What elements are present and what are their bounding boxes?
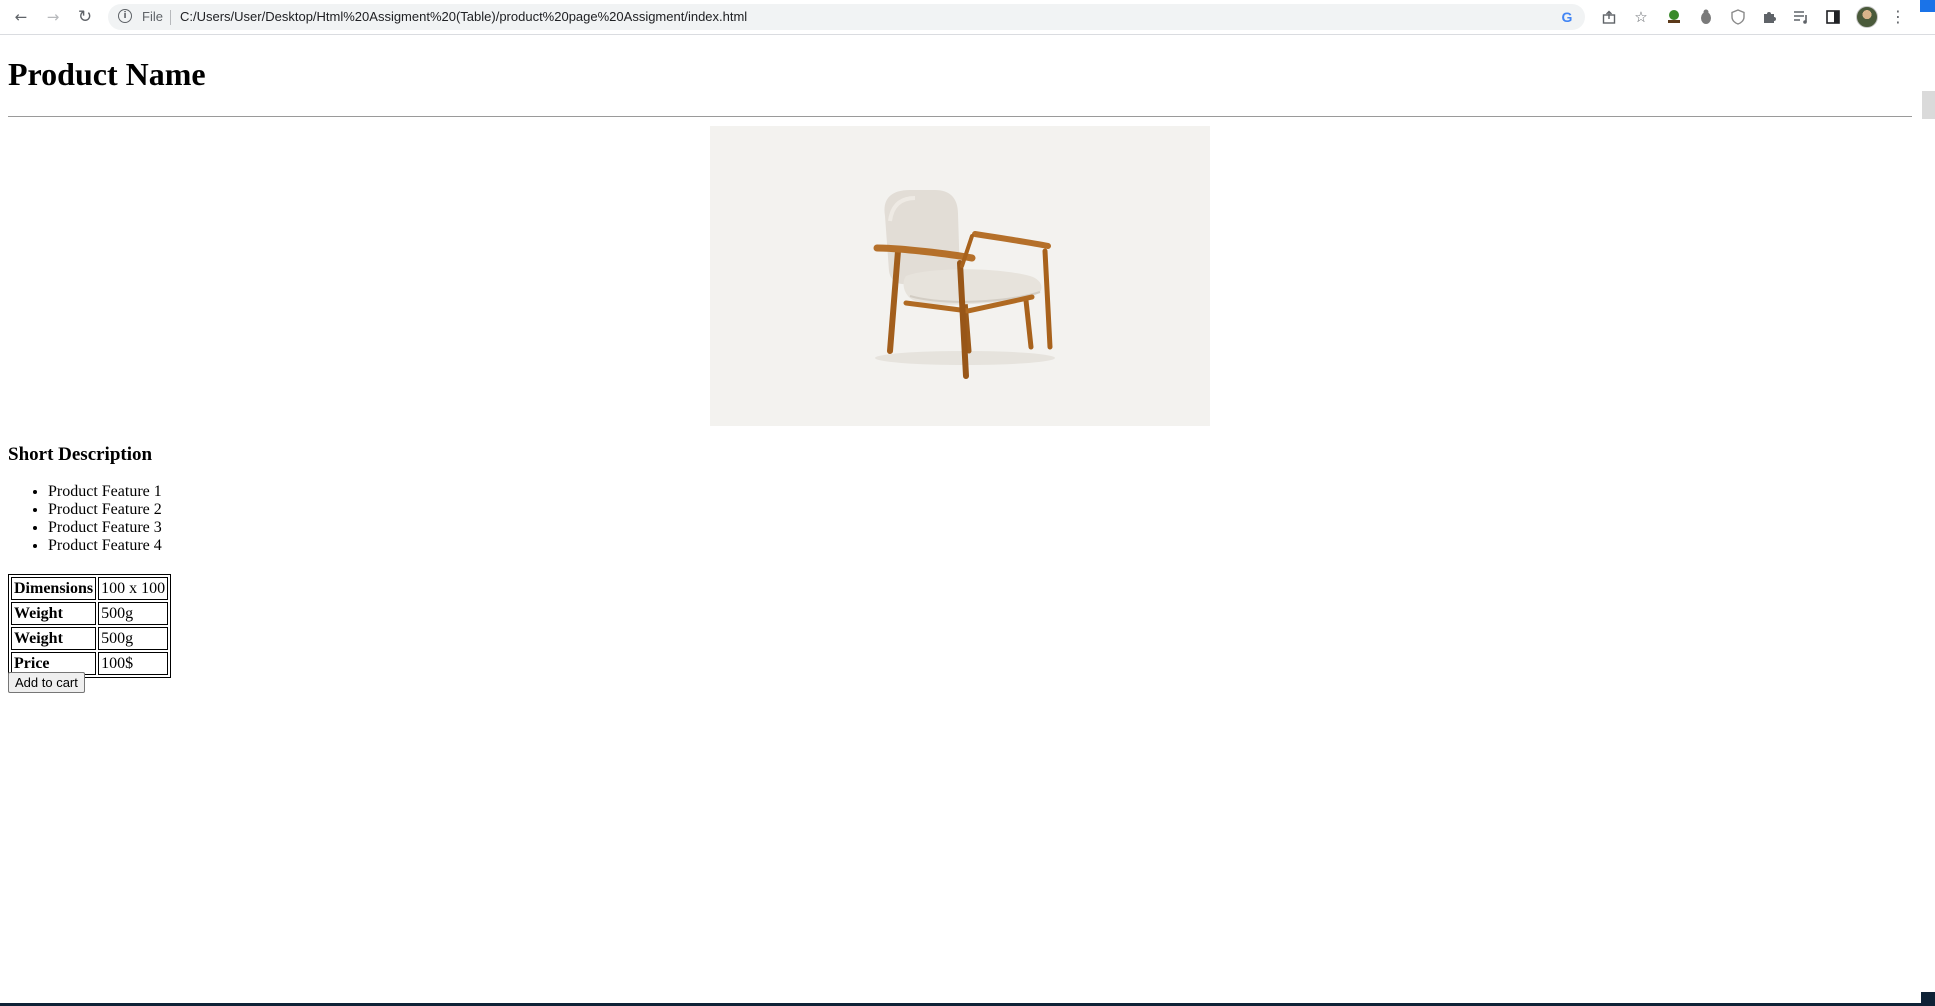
address-url[interactable]: C:/Users/User/Desktop/Html%20Assigment%2… <box>180 9 747 24</box>
bookmark-star-icon[interactable]: ☆ <box>1632 8 1650 26</box>
spec-value: 100$ <box>98 652 169 675</box>
page-content: Product Name Short Description • Product… <box>0 36 1920 1006</box>
feature-item: Product Feature 1 <box>48 483 162 501</box>
spec-value: 500g <box>98 602 169 625</box>
extension-bug-icon[interactable] <box>1696 7 1716 27</box>
extensions-puzzle-icon[interactable] <box>1759 7 1779 27</box>
add-to-cart-button[interactable]: Add to cart <box>8 672 85 693</box>
extension-shield-icon[interactable] <box>1728 7 1748 27</box>
spec-label: Weight <box>11 627 97 650</box>
table-row: Weight 500g <box>11 627 169 650</box>
table-row: Weight 500g <box>11 602 169 625</box>
reading-list-icon[interactable] <box>1791 7 1811 27</box>
product-image <box>710 126 1210 426</box>
reload-icon[interactable]: ↻ <box>73 5 97 29</box>
window-corner-accent <box>1920 0 1935 12</box>
armchair-illustration <box>873 190 1055 379</box>
address-scheme-label: File <box>142 9 163 24</box>
feature-list: Product Feature 1 Product Feature 2 Prod… <box>8 483 162 555</box>
profile-avatar[interactable] <box>1856 6 1878 28</box>
browser-toolbar: ← → ↻ i File C:/Users/User/Desktop/Html%… <box>0 0 1935 35</box>
forward-icon[interactable]: → <box>41 5 65 29</box>
spec-label: Dimensions <box>11 577 97 600</box>
feature-item: Product Feature 4 <box>48 537 162 555</box>
scrollbar-thumb[interactable] <box>1922 91 1935 119</box>
extension-tree-icon[interactable] <box>1664 7 1684 27</box>
google-lens-icon[interactable]: G <box>1558 8 1576 26</box>
spec-value: 500g <box>98 627 169 650</box>
short-description-heading: Short Description <box>8 444 153 465</box>
side-panel-icon[interactable] <box>1823 7 1843 27</box>
table-row: Dimensions 100 x 100 <box>11 577 169 600</box>
horizontal-rule <box>8 116 1912 117</box>
page-title: Product Name <box>8 56 206 92</box>
feature-item: Product Feature 3 <box>48 519 162 537</box>
spec-label: Weight <box>11 602 97 625</box>
menu-kebab-icon[interactable]: ⋮ <box>1888 7 1908 27</box>
feature-item: Product Feature 2 <box>48 501 162 519</box>
site-info-icon[interactable]: i <box>118 9 132 23</box>
address-divider <box>170 10 171 25</box>
specs-table: Dimensions 100 x 100 Weight 500g Weight … <box>8 574 172 678</box>
address-bar[interactable]: i File C:/Users/User/Desktop/Html%20Assi… <box>108 4 1648 30</box>
back-icon[interactable]: ← <box>9 5 33 29</box>
spec-value: 100 x 100 <box>98 577 169 600</box>
taskbar-corner <box>1921 992 1935 1003</box>
vertical-scrollbar[interactable] <box>1920 36 1935 992</box>
share-icon[interactable] <box>1600 8 1618 26</box>
